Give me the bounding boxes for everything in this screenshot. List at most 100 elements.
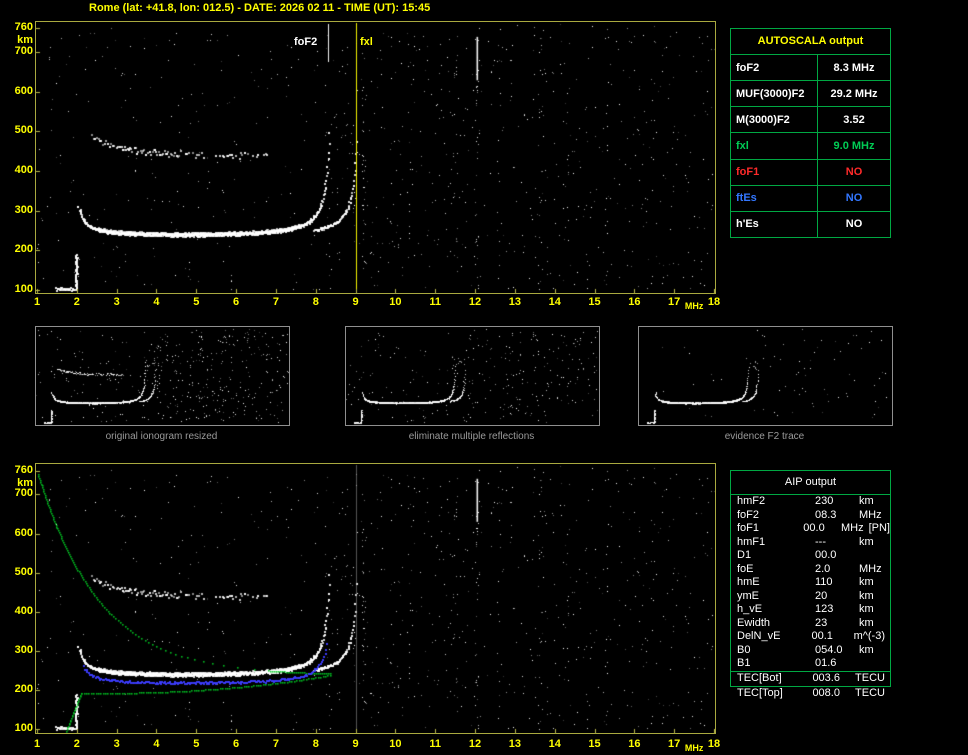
x-axis-tick-label: 1 xyxy=(33,738,41,750)
aip-value: 123 xyxy=(815,603,834,615)
x-axis-tick-label: 5 xyxy=(193,738,200,750)
aip-note xyxy=(885,687,890,701)
ionogram-canvas-bottom xyxy=(36,464,715,733)
aip-footer-row-container: TEC[Top] 008.0 TECU xyxy=(731,687,890,701)
x-axis-tick-label: 1 xyxy=(33,296,41,308)
aip-label: ymE xyxy=(737,589,759,602)
x-axis-unit-label: MHz xyxy=(684,301,704,311)
y-axis-tick-label: 100 xyxy=(14,283,33,295)
thumbnail-original-ionogram xyxy=(35,326,290,426)
autoscala-row-label: h'Es xyxy=(731,211,818,237)
aip-row-B0: B0 054.0 km xyxy=(731,644,890,658)
autoscala-row-MUF(3000)F2: MUF(3000)F2 29.2 MHz xyxy=(731,81,890,108)
y-axis-tick-label: 100 xyxy=(14,722,33,734)
ionogram-canvas-top xyxy=(36,22,715,293)
aip-note xyxy=(874,617,879,631)
aip-note xyxy=(859,657,864,671)
aip-note xyxy=(874,590,879,604)
autoscala-row-value: 8.3 MHz xyxy=(833,61,875,74)
aip-label: B0 xyxy=(737,643,751,656)
aip-note xyxy=(874,644,879,658)
x-axis-tick-label: 10 xyxy=(389,738,402,750)
aip-unit: MHz xyxy=(859,562,882,575)
aip-value: 2.0 xyxy=(815,562,831,575)
autoscala-panel-title: AUTOSCALA output xyxy=(731,29,890,55)
aip-label: D1 xyxy=(737,549,752,561)
aip-unit: km xyxy=(859,576,874,588)
aip-unit: MHz xyxy=(840,522,864,534)
x-axis-tick-label: 8 xyxy=(312,296,319,308)
aip-note xyxy=(874,495,879,509)
aip-label: hmE xyxy=(737,576,760,588)
aip-unit: TECU xyxy=(855,671,885,684)
fxi-marker-label: fxl xyxy=(360,36,373,48)
aip-rows: hmF2 230 km foF2 08.3 MHz foF1 00.0 MHz [PN] hmF1-… xyxy=(731,495,890,685)
aip-value: --- xyxy=(815,535,826,548)
aip-unit: m^(-3) xyxy=(853,630,885,642)
x-axis-tick-label: 15 xyxy=(588,296,601,308)
x-axis-tick-label: 9 xyxy=(352,738,359,750)
x-axis-tick-label: 14 xyxy=(548,296,561,308)
x-axis-tick-label: 3 xyxy=(113,738,120,750)
aip-note: [PN] xyxy=(868,522,890,534)
fof2-marker-label: foF2 xyxy=(294,36,318,48)
thumbnail-caption-eliminate: eliminate multiple reflections xyxy=(408,431,535,442)
x-axis-tick-label: 2 xyxy=(73,738,80,750)
aip-row-D1: D1 00.0 xyxy=(731,549,890,563)
aip-label: hmF2 xyxy=(737,495,766,507)
aip-row-TEC[Top]: TEC[Top] 008.0 TECU xyxy=(731,687,890,701)
aip-value: 230 xyxy=(815,495,834,507)
aip-label: foF2 xyxy=(737,508,760,521)
x-axis-tick-label: 18 xyxy=(707,296,721,308)
autoscala-rows: foF2 8.3 MHz MUF(3000)F2 29.2 MHz M(3000)F2 3… xyxy=(731,55,890,237)
x-axis-tick-label: 16 xyxy=(628,738,641,750)
aip-row-foF1: foF1 00.0 MHz [PN] xyxy=(731,522,890,536)
aip-label: hmF1 xyxy=(737,535,766,548)
autoscala-row-value: 9.0 MHz xyxy=(833,139,875,152)
x-axis-tick-label: 18 xyxy=(707,738,721,750)
aip-label: foF1 xyxy=(737,522,760,534)
aip-value: 008.0 xyxy=(812,687,840,699)
aip-label: foE xyxy=(737,562,754,575)
aip-label: DelN_vE xyxy=(737,630,781,642)
y-axis-tick-label: 600 xyxy=(14,84,33,97)
aip-value: 23 xyxy=(815,616,828,629)
autoscala-row-label: M(3000)F2 xyxy=(731,107,818,133)
aip-row-hmF2: hmF2 230 km xyxy=(731,495,890,509)
x-axis-tick-label: 12 xyxy=(468,738,482,750)
aip-label: B1 xyxy=(737,657,751,669)
x-axis-tick-label: 8 xyxy=(312,738,319,750)
aip-row-ymE: ymE 20 km xyxy=(731,590,890,604)
autoscala-row-value: 29.2 MHz xyxy=(830,87,878,100)
y-axis-tick-label: 200 xyxy=(14,243,33,256)
aip-row-hmF1: hmF1 --- km xyxy=(731,536,890,550)
aip-note xyxy=(874,536,879,550)
aip-unit: km xyxy=(859,603,874,615)
x-axis-tick-label: 13 xyxy=(508,296,521,308)
autoscala-row-fxl: fxl 9.0 MHz xyxy=(731,133,890,160)
autoscala-window: Rome (lat: +41.8, lon: 012.5) - DATE: 20… xyxy=(0,0,968,755)
autoscala-row-label: foF1 xyxy=(731,159,818,185)
aip-note xyxy=(882,509,887,523)
x-axis-tick-label: 14 xyxy=(548,738,561,750)
aip-value: 01.6 xyxy=(815,657,837,669)
aip-note xyxy=(859,549,864,563)
aip-note xyxy=(885,630,890,644)
thumbnail-caption-evidence: evidence F2 trace xyxy=(724,431,805,442)
aip-row-hmE: hmE 110 km xyxy=(731,576,890,590)
aip-row-B1: B1 01.6 xyxy=(731,657,890,671)
x-axis-tick-label: 17 xyxy=(668,738,681,750)
y-axis-tick-label: 200 xyxy=(14,682,33,695)
autoscala-output-panel: AUTOSCALA output foF2 8.3 MHz MUF(3000)F2 2… xyxy=(730,28,891,238)
thumbnail-eliminate-reflections xyxy=(345,326,600,426)
aip-value: 08.3 xyxy=(815,508,837,521)
x-axis-tick-label: 7 xyxy=(272,296,279,308)
aip-row-DelN_vE: DelN_vE 00.1 m^(-3) xyxy=(731,630,890,644)
x-axis-tick-label: 3 xyxy=(113,296,120,308)
ionogram-plot-top xyxy=(35,21,716,294)
autoscala-row-foF1: foF1 NO xyxy=(731,159,890,186)
aip-row-TEC[Bot]: TEC[Bot] 003.6 TECU xyxy=(731,670,890,686)
aip-row-foE: foE 2.0 MHz xyxy=(731,563,890,577)
y-axis-tick-label: 600 xyxy=(14,526,33,539)
thumbnail-canvas-eliminate xyxy=(346,327,599,425)
